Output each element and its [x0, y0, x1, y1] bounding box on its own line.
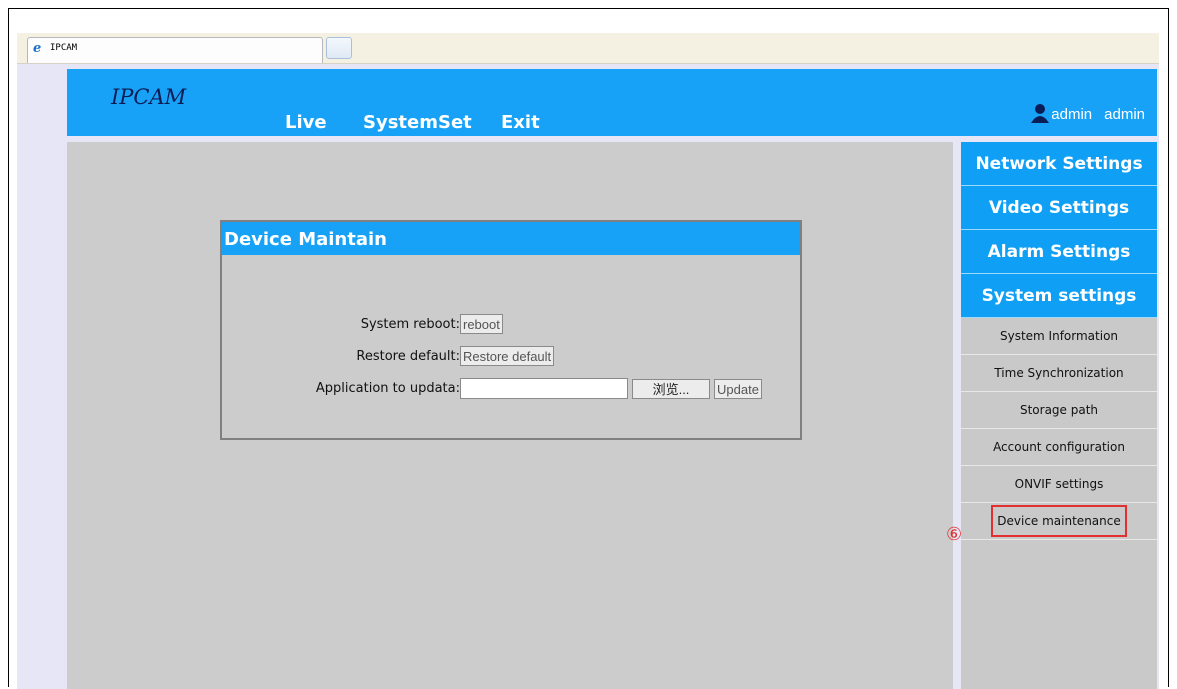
- restore-default-button[interactable]: Restore default: [460, 346, 555, 366]
- sidebar-device-maintenance[interactable]: Device maintenance: [961, 503, 1157, 540]
- sidebar-network-settings[interactable]: Network Settings: [961, 142, 1157, 186]
- sidebar-video-settings[interactable]: Video Settings: [961, 186, 1157, 230]
- reboot-row: System reboot: reboot: [340, 314, 503, 334]
- sidebar-item-label: Account configuration: [993, 440, 1125, 454]
- logo: IPCAM: [111, 85, 187, 109]
- sidebar-time-synchronization[interactable]: Time Synchronization: [961, 355, 1157, 392]
- browser-tab-title: IPCAM: [50, 43, 78, 53]
- restore-row: Restore default: Restore default: [340, 346, 555, 366]
- user-info: admin admin: [1030, 103, 1145, 123]
- sidebar-item-label: System Information: [999, 329, 1119, 343]
- sidebar-item-label: Storage path: [1019, 403, 1099, 417]
- user-role: admin: [1104, 106, 1145, 123]
- browse-button[interactable]: 浏览...: [632, 378, 710, 399]
- sidebar: Network Settings Video Settings Alarm Se…: [961, 142, 1157, 689]
- sidebar-system-settings[interactable]: System settings: [961, 274, 1157, 318]
- panel-title: Device Maintain: [222, 222, 800, 255]
- new-tab-button[interactable]: [326, 37, 352, 59]
- sidebar-system-information[interactable]: System Information: [961, 318, 1157, 355]
- nav-exit[interactable]: Exit: [501, 112, 540, 133]
- user-name: admin: [1051, 106, 1093, 123]
- sidebar-onvif-settings[interactable]: ONVIF settings: [961, 466, 1157, 503]
- sidebar-account-configuration[interactable]: Account configuration: [961, 429, 1157, 466]
- device-maintain-panel: Device Maintain: [220, 220, 802, 440]
- sidebar-alarm-settings[interactable]: Alarm Settings: [961, 230, 1157, 274]
- browser-tab-bar: e IPCAM: [17, 33, 1159, 64]
- update-button[interactable]: Update: [714, 378, 762, 399]
- application-row: Application to updata: 浏览... Update: [280, 378, 762, 399]
- step-annotation: ⑥: [946, 524, 963, 545]
- file-path-input[interactable]: [460, 378, 628, 399]
- reboot-label: System reboot:: [360, 316, 460, 332]
- application-label: Application to updata:: [315, 381, 460, 396]
- nav-live[interactable]: Live: [285, 112, 327, 133]
- column-gap: [953, 142, 961, 689]
- ie-icon: e: [33, 41, 42, 56]
- browser-tab[interactable]: e IPCAM: [27, 37, 323, 63]
- header-bar: IPCAM Live SystemSet Exit admin admin: [67, 69, 1157, 136]
- nav-systemset[interactable]: SystemSet: [363, 112, 472, 133]
- sidebar-item-label: Time Synchronization: [994, 366, 1124, 380]
- user-icon: [1030, 103, 1050, 123]
- sidebar-item-label: ONVIF settings: [1014, 477, 1104, 491]
- restore-label: Restore default:: [356, 348, 460, 364]
- sidebar-storage-path[interactable]: Storage path: [961, 392, 1157, 429]
- sidebar-item-label: Device maintenance: [991, 505, 1127, 537]
- reboot-button[interactable]: reboot: [460, 314, 503, 334]
